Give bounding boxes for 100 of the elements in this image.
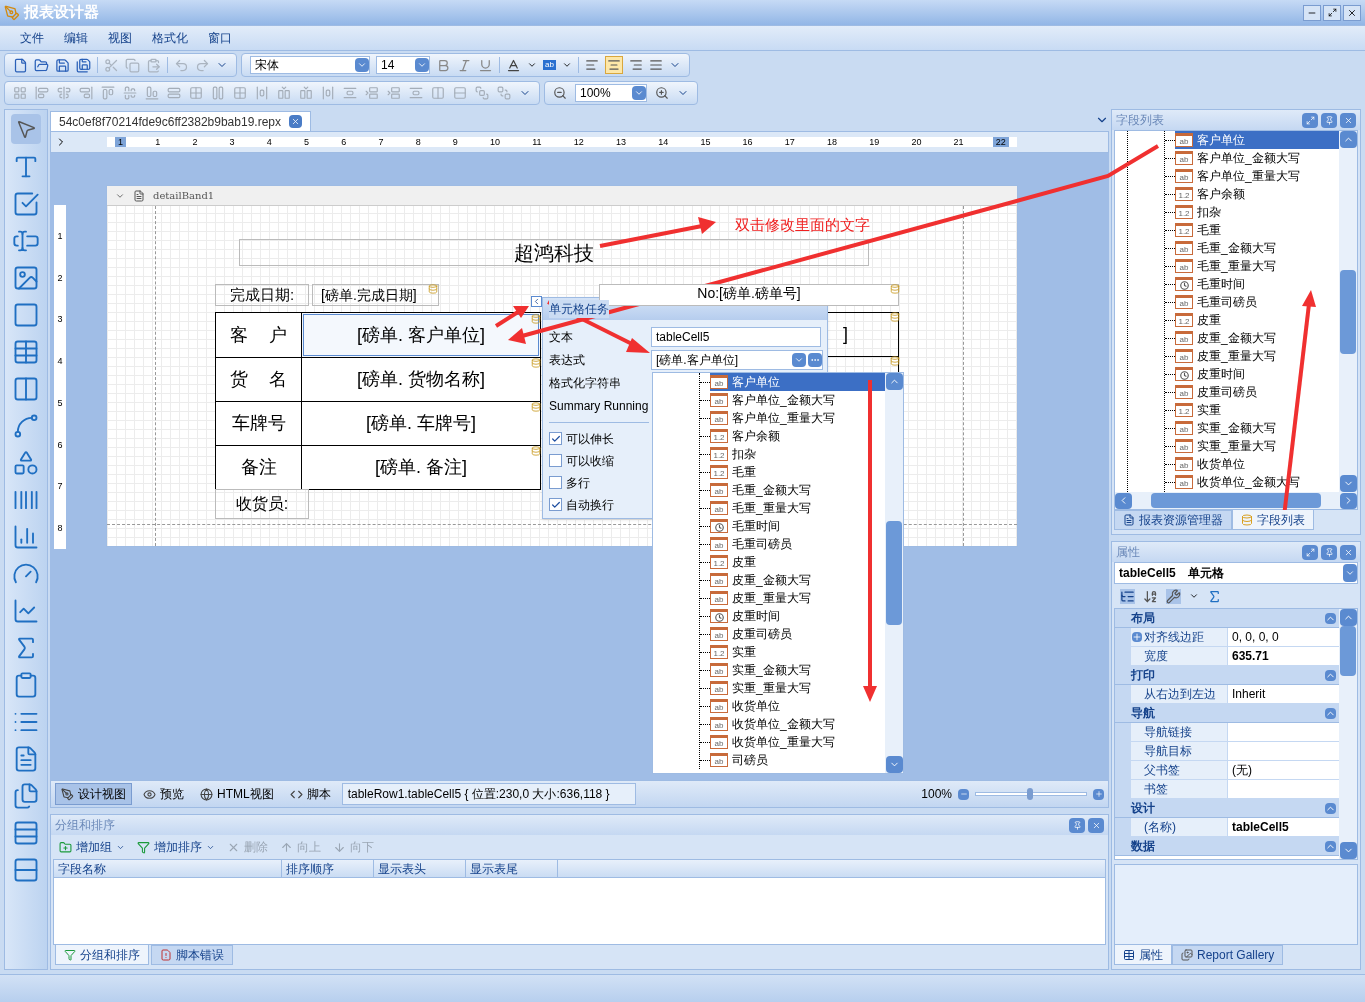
field-item[interactable]: 1.2 毛重 bbox=[1175, 221, 1339, 239]
same-width-icon[interactable] bbox=[167, 86, 181, 100]
checkbox-icon[interactable] bbox=[12, 190, 40, 218]
line-icon[interactable] bbox=[12, 412, 40, 440]
scroll-down-button[interactable] bbox=[885, 756, 903, 773]
checkbox[interactable] bbox=[549, 454, 562, 467]
sort-icon[interactable] bbox=[1143, 588, 1158, 604]
align-middle-icon[interactable] bbox=[123, 86, 137, 100]
highlight-color-button[interactable]: ab bbox=[543, 60, 556, 70]
undo-icon[interactable] bbox=[174, 57, 189, 73]
collapse-icon[interactable] bbox=[1325, 612, 1336, 624]
property-category[interactable]: 设计 bbox=[1115, 799, 1339, 818]
field-item[interactable]: ab 客户单位_金额大写 bbox=[710, 391, 885, 409]
table-cell[interactable]: [磅单. 客户单位] bbox=[302, 313, 540, 357]
property-value[interactable]: tableCell5 bbox=[1228, 818, 1339, 836]
bring-front-icon[interactable] bbox=[475, 86, 489, 100]
field-item[interactable]: ab 皮重_重量大写 bbox=[710, 589, 885, 607]
property-value[interactable]: 0, 0, 0, 0 bbox=[1228, 628, 1339, 646]
expand-icon[interactable] bbox=[1132, 632, 1142, 642]
font-color-icon[interactable] bbox=[506, 57, 521, 73]
spacing-icon[interactable] bbox=[255, 86, 269, 100]
table-cell[interactable]: [磅单. 货物名称] bbox=[302, 358, 540, 401]
italic-icon[interactable] bbox=[457, 57, 472, 73]
close-button[interactable] bbox=[1343, 4, 1361, 21]
field-item[interactable]: ab 收货单位_金额大写 bbox=[710, 715, 885, 733]
align-left-icon[interactable] bbox=[35, 86, 49, 100]
font-combo[interactable]: 宋体 bbox=[250, 56, 370, 74]
scroll-up-button[interactable] bbox=[885, 373, 903, 390]
field-item[interactable]: ab 客户单位_重量大写 bbox=[710, 409, 885, 427]
pin-button[interactable] bbox=[1321, 544, 1337, 560]
spacing-icon[interactable] bbox=[387, 86, 401, 100]
property-value[interactable]: 635.71 bbox=[1228, 647, 1339, 665]
table-icon[interactable] bbox=[12, 338, 40, 366]
scroll-up-button[interactable] bbox=[1339, 609, 1357, 626]
field-item[interactable]: 1.2 客户余额 bbox=[710, 427, 885, 445]
image-icon[interactable] bbox=[12, 264, 40, 292]
rows-icon[interactable] bbox=[12, 819, 40, 847]
pointer-icon[interactable] bbox=[11, 114, 41, 144]
dropdown-button[interactable] bbox=[792, 353, 806, 367]
field-item[interactable]: ab 皮重司磅员 bbox=[710, 625, 885, 643]
spacing-icon[interactable] bbox=[299, 86, 313, 100]
grid-icon[interactable] bbox=[13, 86, 27, 100]
zoom-in-button[interactable] bbox=[1093, 788, 1104, 800]
zoom-out-icon[interactable] bbox=[553, 86, 567, 100]
field-item[interactable]: ab 实重_金额大写 bbox=[710, 661, 885, 679]
field-item[interactable]: 1.2 客户余额 bbox=[1175, 185, 1339, 203]
panel-tab[interactable]: 报表资源管理器 bbox=[1114, 510, 1232, 530]
text-input[interactable]: tableCell5 bbox=[651, 327, 821, 347]
paste-icon[interactable] bbox=[146, 57, 161, 73]
save-icon[interactable] bbox=[55, 57, 70, 73]
align-right-icon[interactable] bbox=[628, 58, 643, 72]
maximize-button[interactable] bbox=[1302, 544, 1318, 560]
caret-icon[interactable] bbox=[561, 60, 572, 70]
property-category[interactable]: 数据 bbox=[1115, 837, 1339, 856]
rows-icon[interactable] bbox=[12, 856, 40, 884]
field-item[interactable]: ab 毛重司磅员 bbox=[1175, 293, 1339, 311]
view-tab[interactable]: HTML视图 bbox=[195, 783, 279, 805]
ellipsis-button[interactable] bbox=[808, 353, 822, 367]
pin-button[interactable] bbox=[1321, 112, 1337, 128]
scroll-up-button[interactable] bbox=[1339, 131, 1357, 148]
field-item[interactable]: ab 客户单位 bbox=[710, 373, 885, 391]
shapes-icon[interactable] bbox=[12, 449, 40, 477]
columns-icon[interactable] bbox=[12, 375, 40, 403]
align-left-icon[interactable] bbox=[584, 58, 599, 72]
center-icon[interactable] bbox=[431, 86, 445, 100]
collapse-icon[interactable] bbox=[1325, 669, 1336, 681]
maximize-button[interactable] bbox=[1302, 112, 1318, 128]
dropdown-button[interactable] bbox=[415, 58, 429, 72]
collapse-icon[interactable] bbox=[1325, 707, 1336, 719]
field-item[interactable]: 皮重时间 bbox=[710, 607, 885, 625]
collapse-icon[interactable] bbox=[1325, 840, 1336, 852]
field-item[interactable]: ab 毛重_重量大写 bbox=[710, 499, 885, 517]
minimize-button[interactable] bbox=[1303, 4, 1321, 21]
panel-tab[interactable]: 字段列表 bbox=[1232, 510, 1314, 530]
view-tab[interactable]: 预览 bbox=[138, 783, 189, 805]
field-item[interactable]: 1.2 毛重 bbox=[710, 463, 885, 481]
smart-tag-toggle-icon[interactable] bbox=[531, 296, 542, 307]
view-tab[interactable]: 设计视图 bbox=[55, 783, 132, 805]
field-item[interactable]: 毛重时间 bbox=[710, 517, 885, 535]
checkbox[interactable] bbox=[549, 432, 562, 445]
send-back-icon[interactable] bbox=[497, 86, 511, 100]
field-item[interactable]: 1.2 实重 bbox=[710, 643, 885, 661]
collapse-icon[interactable] bbox=[1325, 802, 1336, 814]
size-to-grid-icon[interactable] bbox=[189, 86, 203, 100]
zoom-combo[interactable]: 100% bbox=[575, 84, 647, 102]
spacing-icon[interactable] bbox=[409, 86, 423, 100]
property-category[interactable]: 打印 bbox=[1115, 666, 1339, 685]
scroll-left-button[interactable] bbox=[1115, 492, 1132, 509]
field-item[interactable]: ab 客户单位_金额大写 bbox=[1175, 149, 1339, 167]
panel-tab[interactable]: Report Gallery bbox=[1172, 945, 1284, 965]
expression-combo[interactable]: [磅单.客户单位] bbox=[651, 350, 823, 370]
align-bottom-icon[interactable] bbox=[145, 86, 159, 100]
function-icon[interactable] bbox=[1207, 588, 1222, 604]
field-item[interactable]: 1.2 皮重 bbox=[710, 553, 885, 571]
menu-item[interactable]: 编辑 bbox=[64, 29, 88, 47]
dropdown-button[interactable] bbox=[1343, 564, 1357, 582]
field-item[interactable]: ab 客户单位_重量大写 bbox=[1175, 167, 1339, 185]
checkbox[interactable] bbox=[549, 476, 562, 489]
bold-icon[interactable] bbox=[436, 57, 451, 73]
justify-icon[interactable] bbox=[648, 58, 663, 72]
